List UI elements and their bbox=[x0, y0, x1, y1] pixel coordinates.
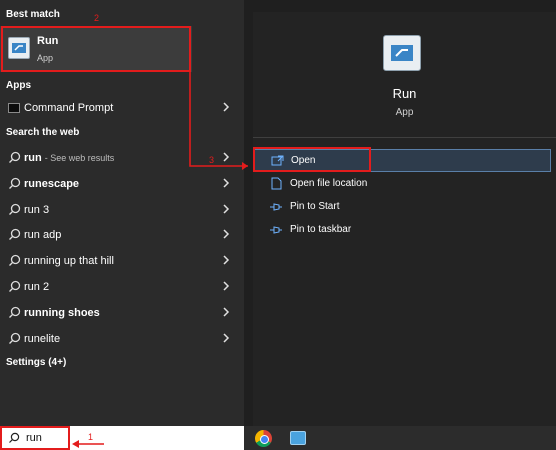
web-result-label: runescape bbox=[24, 177, 80, 190]
pin-to-start-action[interactable]: Pin to Start bbox=[253, 195, 551, 218]
open-file-location-action[interactable]: Open file location bbox=[253, 172, 551, 195]
details-divider bbox=[253, 137, 556, 138]
pin-icon bbox=[270, 202, 282, 211]
chevron-right-icon[interactable] bbox=[221, 177, 231, 189]
best-match-heading: Best match bbox=[6, 9, 60, 20]
web-result-label: running shoes bbox=[24, 306, 100, 319]
web-result-running-up-that-hill[interactable]: running up that hill bbox=[0, 248, 244, 273]
web-result-label: run - See web results bbox=[24, 151, 115, 164]
chevron-right-icon[interactable] bbox=[221, 332, 231, 344]
web-result-run-2[interactable]: run 2 bbox=[0, 274, 244, 299]
web-result-run[interactable]: run - See web results bbox=[0, 145, 244, 170]
search-icon bbox=[8, 203, 20, 215]
web-result-runescape[interactable]: runescape bbox=[0, 171, 244, 196]
search-web-heading: Search the web bbox=[6, 127, 80, 138]
settings-heading[interactable]: Settings (4+) bbox=[6, 357, 66, 368]
annotation-step-3: 3 bbox=[209, 155, 215, 165]
annotation-step-2: 2 bbox=[94, 13, 100, 23]
chevron-right-icon[interactable] bbox=[221, 228, 231, 240]
web-result-label: runelite bbox=[24, 332, 61, 345]
open-file-location-label: Open file location bbox=[290, 178, 368, 189]
run-app-icon bbox=[383, 35, 421, 71]
search-icon bbox=[8, 151, 20, 163]
search-icon bbox=[8, 177, 20, 189]
chevron-right-icon[interactable] bbox=[221, 151, 231, 163]
search-icon bbox=[8, 332, 20, 344]
chevron-right-icon[interactable] bbox=[221, 306, 231, 318]
annotation-box-search bbox=[0, 426, 70, 450]
details-panel: Run App Open Open file location Pin to S… bbox=[253, 12, 556, 426]
chevron-right-icon[interactable] bbox=[221, 101, 231, 113]
web-result-run-3[interactable]: run 3 bbox=[0, 197, 244, 222]
web-result-runelite[interactable]: runelite bbox=[0, 326, 244, 351]
web-result-label: run 2 bbox=[24, 280, 50, 293]
run-app-icon[interactable] bbox=[290, 431, 306, 445]
chevron-right-icon[interactable] bbox=[221, 280, 231, 292]
app-item-label: Command Prompt bbox=[24, 101, 114, 114]
search-icon bbox=[8, 254, 20, 266]
pin-to-taskbar-label: Pin to taskbar bbox=[290, 224, 352, 235]
chevron-right-icon[interactable] bbox=[221, 203, 231, 215]
app-item-command-prompt[interactable]: Command Prompt bbox=[0, 95, 244, 120]
details-app-name: Run bbox=[392, 86, 417, 101]
annotation-box-open bbox=[253, 147, 371, 172]
pin-to-taskbar-action[interactable]: Pin to taskbar bbox=[253, 218, 551, 241]
search-icon bbox=[8, 280, 20, 292]
pin-to-start-label: Pin to Start bbox=[290, 201, 340, 212]
file-location-icon bbox=[271, 177, 281, 190]
web-result-label: run 3 bbox=[24, 203, 50, 216]
chevron-right-icon[interactable] bbox=[221, 254, 231, 266]
web-result-run-adp[interactable]: run adp bbox=[0, 222, 244, 247]
web-result-label: run adp bbox=[24, 228, 62, 241]
command-prompt-icon bbox=[8, 102, 20, 113]
annotation-box-best-match bbox=[1, 26, 191, 72]
chrome-icon[interactable] bbox=[255, 430, 272, 447]
search-icon bbox=[8, 306, 20, 318]
web-result-label: running up that hill bbox=[24, 254, 114, 267]
web-result-running-shoes[interactable]: running shoes bbox=[0, 300, 244, 325]
pin-icon bbox=[270, 225, 282, 234]
search-icon bbox=[8, 228, 20, 240]
apps-heading: Apps bbox=[6, 80, 31, 91]
annotation-step-1: 1 bbox=[88, 432, 94, 442]
web-result-hint: - See web results bbox=[44, 152, 115, 163]
details-app-type: App bbox=[395, 107, 414, 118]
